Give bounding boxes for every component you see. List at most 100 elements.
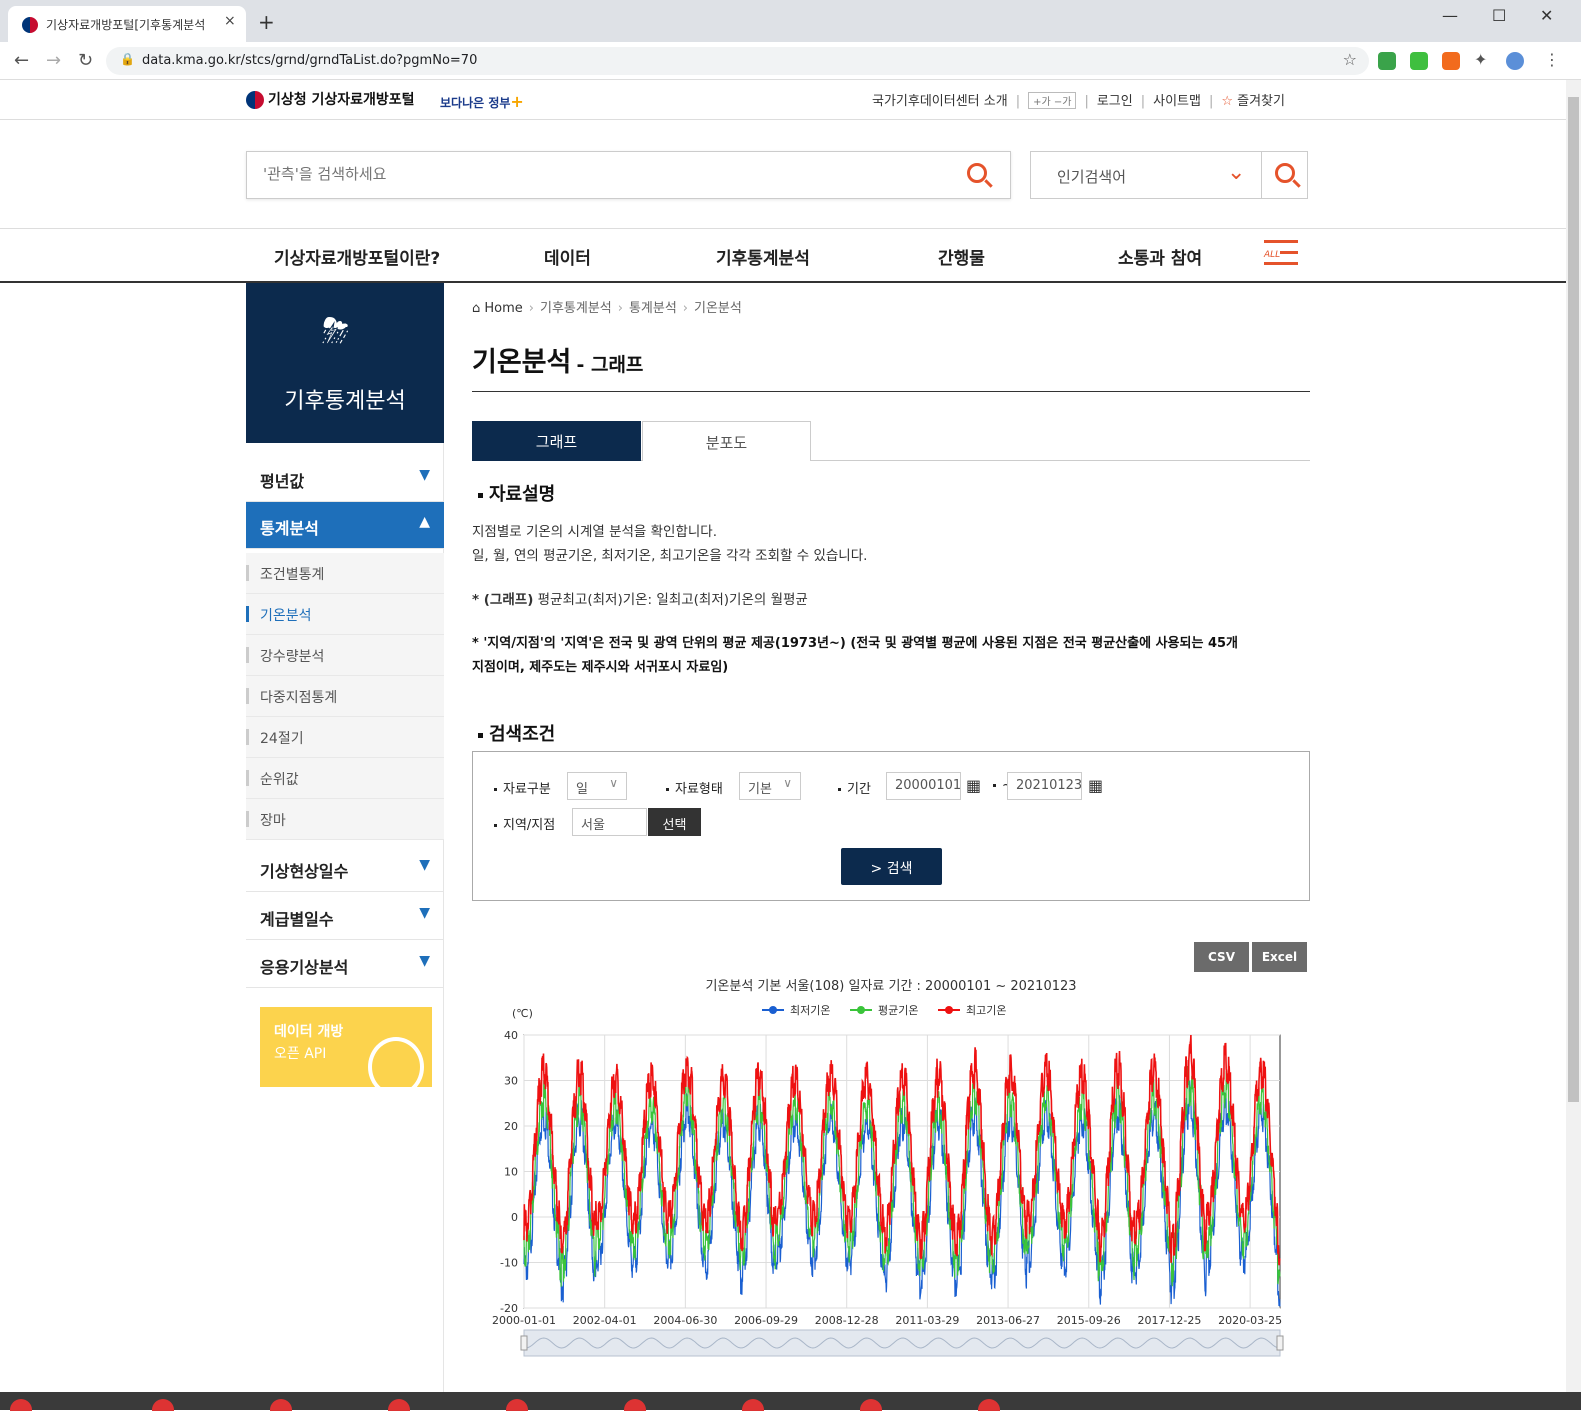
forward-arrow-icon[interactable]: → <box>46 50 61 71</box>
y-axis-unit: (℃) <box>512 1007 533 1020</box>
search-button[interactable]: > 검색 <box>841 848 942 885</box>
gnb-item-about[interactable]: 기상자료개방포털이란? <box>274 244 440 269</box>
side-submenu-multi-station[interactable]: 다중지점통계 <box>246 676 444 717</box>
gnb-item-data[interactable]: 데이터 <box>544 244 591 269</box>
data-form-select[interactable]: 기본 ∨ <box>739 772 801 800</box>
breadcrumb-item[interactable]: 통계분석 <box>629 301 677 316</box>
tab-distribution-map[interactable]: 분포도 <box>642 421 811 461</box>
open-api-banner[interactable]: 데이터 개방 오픈 API <box>260 1007 432 1087</box>
browser-menu-icon[interactable]: ⋮ <box>1544 50 1560 69</box>
minimize-window-button[interactable]: — <box>1442 6 1458 25</box>
profile-avatar[interactable] <box>1506 52 1524 70</box>
legend-marker <box>857 1006 865 1014</box>
popular-keywords-box: 인기검색어 ⌄ <box>1030 151 1308 199</box>
bookmark-star-icon[interactable]: ☆ <box>1343 50 1357 69</box>
side-submenu-precipitation[interactable]: 강수량분석 <box>246 635 444 676</box>
side-submenu-solar-terms[interactable]: 24절기 <box>246 717 444 758</box>
chevron-down-icon: ▼ <box>419 857 430 873</box>
data-type-select[interactable]: 일 ∨ <box>567 772 627 800</box>
extensions-puzzle-icon[interactable]: ✦ <box>1474 50 1487 69</box>
side-submenu-temperature[interactable]: 기온분석 <box>246 594 444 635</box>
browser-tab[interactable]: 기상자료개방포털[기후통계분석 × <box>8 6 246 42</box>
chevron-down-icon: ▼ <box>419 467 430 483</box>
page-scrollbar-thumb[interactable] <box>1568 97 1579 1102</box>
utility-links: 국가기후데이터센터 소개 | +가 −가 | 로그인 | 사이트맵 | ☆ 즐겨찾기 <box>872 92 1285 109</box>
x-tick-label: 2004-06-30 <box>653 1314 717 1327</box>
util-link-favorites[interactable]: 즐겨찾기 <box>1237 94 1285 109</box>
extension-green-icon[interactable] <box>1378 52 1396 70</box>
home-icon: ⌂ <box>472 301 485 316</box>
page-title: 기온분석 - 그래프 <box>472 340 1310 392</box>
breadcrumb-current[interactable]: 기온분석 <box>694 301 742 316</box>
close-window-button[interactable]: ✕ <box>1540 6 1553 25</box>
tab-graph[interactable]: 그래프 <box>472 421 641 461</box>
chevron-up-icon: ▲ <box>419 514 430 530</box>
breadcrumb-home[interactable]: Home <box>484 301 522 316</box>
gnb-item-climate-stats[interactable]: 기후통계분석 <box>716 244 810 269</box>
gnb-item-publications[interactable]: 간행물 <box>938 244 985 269</box>
util-link-center-intro[interactable]: 국가기후데이터센터 소개 <box>872 94 1008 109</box>
label-data-form: 자료형태 <box>666 778 723 797</box>
reload-icon[interactable]: ↻ <box>78 50 93 71</box>
calendar-icon[interactable]: ▦ <box>966 776 981 795</box>
tab-title: 기상자료개방포털[기후통계분석 <box>46 18 206 32</box>
x-tick-label: 2020-03-25 <box>1218 1314 1282 1327</box>
side-menu-applied[interactable]: 응용기상분석 ▼ <box>246 941 444 988</box>
navigator-handle-left <box>520 1335 528 1351</box>
site-top-strip <box>0 80 1566 120</box>
os-taskbar <box>0 1392 1581 1410</box>
x-tick-label: 2011-03-29 <box>895 1314 959 1327</box>
kma-favicon-icon <box>22 17 38 33</box>
util-link-login[interactable]: 로그인 <box>1097 94 1133 109</box>
chart-legend: 최저기온 평균기온 최고기온 <box>762 1004 1006 1017</box>
gnb-item-community[interactable]: 소통과 참여 <box>1118 244 1202 269</box>
section-heading-description: 자료설명 <box>478 480 555 506</box>
excel-download-button[interactable]: Excel <box>1252 942 1307 972</box>
all-menu-button[interactable]: ALL <box>1264 240 1298 270</box>
legend-label: 최고기온 <box>966 1004 1006 1017</box>
x-tick-label: 2017-12-25 <box>1137 1314 1201 1327</box>
csv-download-button[interactable]: CSV <box>1194 942 1249 972</box>
calendar-icon[interactable]: ▦ <box>1088 776 1103 795</box>
note-graph: * (그래프) 평균최고(최저)기온: 일최고(최저)기온의 월평균 <box>472 592 808 608</box>
maximize-window-button[interactable]: ☐ <box>1492 6 1506 25</box>
site-search-input[interactable] <box>263 165 913 183</box>
chevron-down-icon[interactable]: ⌄ <box>1227 160 1245 185</box>
x-tick-label: 2013-06-27 <box>976 1314 1040 1327</box>
temperature-chart[interactable]: 기온분석 기본 서울(108) 일자료 기간 : 20000101 ~ 2021… <box>472 975 1310 1365</box>
side-menu-class-days[interactable]: 계급별일수 ▼ <box>246 893 444 940</box>
back-arrow-icon[interactable]: ← <box>14 50 29 71</box>
address-bar[interactable]: 🔒 data.kma.go.kr/stcs/grnd/grndTaList.do… <box>106 47 1369 75</box>
station-select-button[interactable]: 선택 <box>648 808 701 836</box>
note-region-cont: 지점이며, 제주도는 제주시와 서귀포시 자료임) <box>472 660 729 675</box>
station-input[interactable]: 서울 <box>572 808 647 836</box>
extension-tv-icon[interactable] <box>1410 52 1428 70</box>
chart-title: 기온분석 기본 서울(108) 일자료 기간 : 20000101 ~ 2021… <box>705 979 1076 994</box>
side-menu-weather-days[interactable]: 기상현상일수 ▼ <box>246 845 444 892</box>
search-icon[interactable] <box>967 163 987 183</box>
y-tick-label: 0 <box>511 1211 518 1224</box>
side-submenu-conditional-stats[interactable]: 조건별통계 <box>246 553 444 594</box>
legend-label: 최저기온 <box>790 1004 830 1017</box>
side-nav-header: ⛈ 기후통계분석 <box>246 283 444 443</box>
site-logo[interactable]: 기상청 기상자료개방포털 <box>246 89 415 109</box>
popular-keywords-select[interactable]: 인기검색어 <box>1057 166 1126 187</box>
side-menu-normals[interactable]: 평년값 ▼ <box>246 455 444 502</box>
side-submenu-rank[interactable]: 순위값 <box>246 758 444 799</box>
side-nav-title: 기후통계분석 <box>284 389 406 414</box>
font-size-control[interactable]: +가 −가 <box>1028 92 1077 109</box>
navigator-handle-right <box>1276 1335 1284 1351</box>
side-submenu-monsoon[interactable]: 장마 <box>246 799 444 840</box>
label-station: 지역/지점 <box>494 814 555 833</box>
breadcrumb-item[interactable]: 기후통계분석 <box>540 301 612 316</box>
new-tab-button[interactable]: + <box>258 10 275 34</box>
util-link-sitemap[interactable]: 사이트맵 <box>1153 94 1201 109</box>
side-menu-stats-analysis[interactable]: 통계분석 ▲ <box>246 502 444 549</box>
x-tick-label: 2000-01-01 <box>492 1314 556 1327</box>
popular-search-icon[interactable] <box>1275 163 1295 183</box>
extension-orange-icon[interactable] <box>1442 52 1460 70</box>
start-date-input[interactable]: 20000101 <box>886 772 961 800</box>
chevron-down-icon: ▼ <box>419 953 430 969</box>
end-date-input[interactable]: 20210123 <box>1007 772 1082 800</box>
close-tab-icon[interactable]: × <box>224 13 236 29</box>
